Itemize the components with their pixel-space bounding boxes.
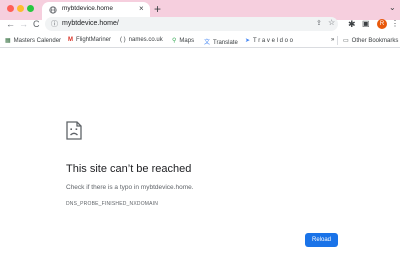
bookmark-star-icon[interactable]: ☆	[328, 18, 335, 27]
menu-kebab-icon[interactable]: ⋮	[391, 19, 399, 28]
paper-plane-icon: ➤	[245, 38, 251, 44]
other-bookmarks-folder[interactable]: ▭ Other Bookmarks	[343, 37, 398, 44]
avatar[interactable]: R	[377, 19, 387, 29]
address-bar[interactable]: ⓘ mybtdevice.home/ ⇪ ☆	[45, 17, 338, 31]
brackets-icon: ( )	[120, 37, 126, 43]
close-window-button[interactable]	[7, 5, 14, 12]
bookmark-traveldoo[interactable]: ➤ T r a v e l d o o	[245, 37, 293, 44]
tab-close-icon[interactable]: ×	[139, 4, 144, 13]
side-panel-icon[interactable]: ▣	[362, 19, 370, 28]
extensions-puzzle-icon[interactable]: ✱	[348, 19, 356, 30]
back-button[interactable]: ←	[6, 19, 15, 29]
bookmark-flightmariner[interactable]: M FlightMariner	[68, 37, 111, 43]
globe-icon	[49, 6, 57, 14]
tab-title: mybtdevice.home	[62, 5, 113, 12]
maps-pin-icon: ⚲	[172, 38, 177, 44]
reload-button[interactable]: Reload	[305, 233, 338, 247]
maximize-window-button[interactable]	[27, 5, 34, 12]
minimize-window-button[interactable]	[17, 5, 24, 12]
bookmarks-bar: ▦ Masters Calender M FlightMariner ( ) name…	[0, 34, 400, 48]
share-icon[interactable]: ⇪	[316, 19, 322, 27]
error-code: DNS_PROBE_FINISHED_NXDOMAIN	[66, 201, 159, 207]
translate-icon: 文	[204, 40, 211, 46]
forward-button[interactable]: →	[19, 19, 28, 29]
tab-search-chevron-icon[interactable]: ⌄	[389, 3, 396, 12]
bookmark-masters-calender[interactable]: ▦ Masters Calender	[5, 37, 61, 44]
calendar-grid-icon: ▦	[5, 38, 11, 44]
bookmarks-divider	[337, 36, 338, 45]
reload-page-button[interactable]: C	[33, 19, 40, 29]
bookmark-maps[interactable]: ⚲ Maps	[172, 37, 194, 44]
error-heading: This site can’t be reached	[66, 163, 192, 175]
folder-icon: ▭	[343, 38, 349, 44]
new-tab-button[interactable]: +	[154, 2, 161, 16]
error-message: Check if there is a typo in mybtdevice.h…	[66, 184, 194, 191]
gmail-icon: M	[68, 37, 73, 43]
bookmark-translate[interactable]: 文 Translate	[204, 37, 238, 46]
site-info-icon[interactable]: ⓘ	[51, 19, 58, 29]
bookmark-names-co-uk[interactable]: ( ) names.co.uk	[120, 37, 163, 43]
bookmarks-overflow-button[interactable]: »	[331, 37, 334, 43]
sad-page-icon	[66, 121, 82, 140]
address-url[interactable]: mybtdevice.home/	[62, 20, 119, 27]
